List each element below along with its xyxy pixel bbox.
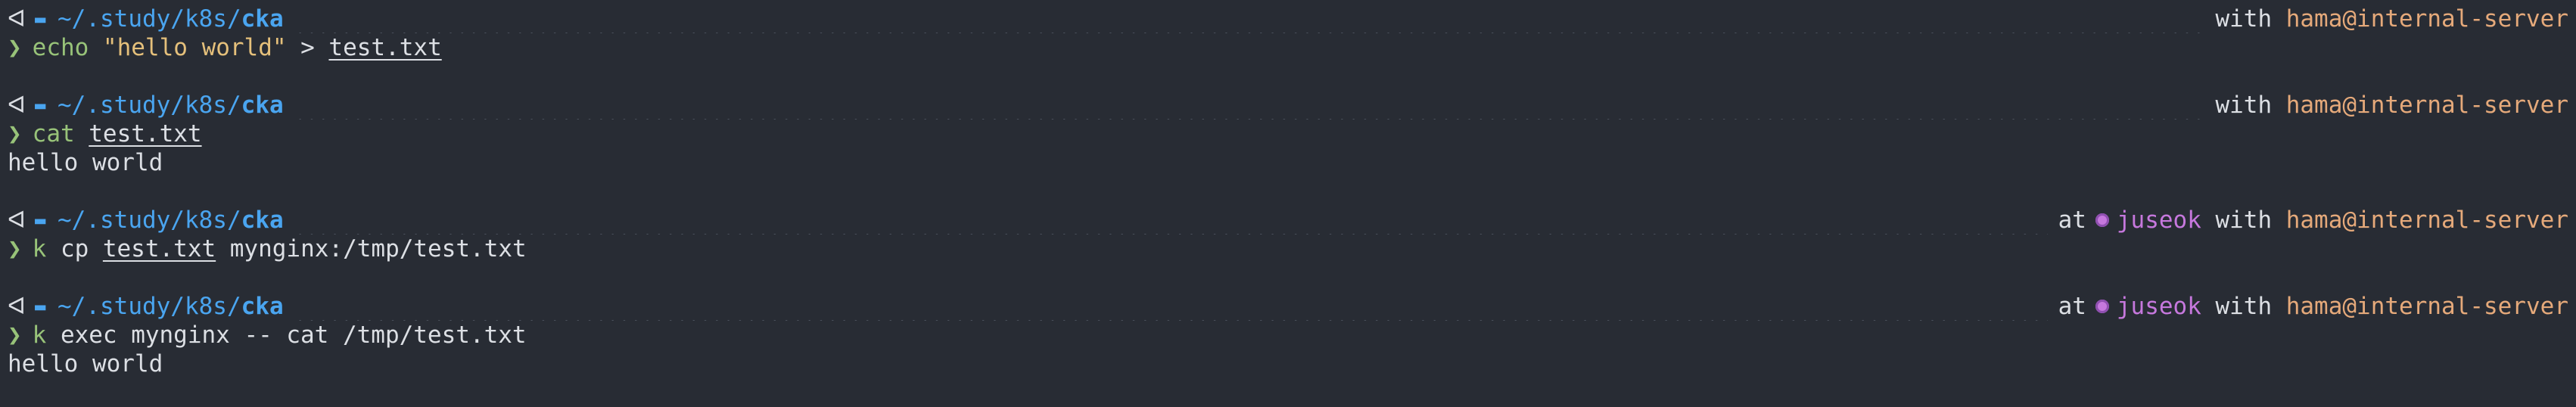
command-file: test.txt (89, 120, 202, 148)
user-host: hama@internal-server (2285, 5, 2568, 33)
separator-dots (294, 206, 2048, 235)
command-arg: mynginx (131, 322, 230, 349)
command-arg: cp (60, 235, 89, 263)
left-triangle-icon: ᐊ (8, 207, 26, 234)
with-label: with (2215, 92, 2273, 119)
folder-icon: ▬ (35, 8, 46, 30)
kube-context: juseok (2116, 293, 2201, 320)
prompt-header: ᐊ ▬ ~/.study/k8s/cka with hama@internal-s… (8, 5, 2568, 33)
prompt-header: ᐊ ▬ ~/.study/k8s/cka at juseok with hama@in… (8, 206, 2568, 235)
separator-dots (294, 5, 2205, 33)
with-label: with (2215, 293, 2273, 320)
command-arg: > (300, 34, 315, 61)
separator-dots (294, 292, 2048, 321)
command-arg: -- (244, 322, 272, 349)
command-line: ❯ k cp test.txt mynginx:/tmp/test.txt (8, 235, 2568, 263)
command-line: ❯ k exec mynginx -- cat/tmp/test.txt (8, 321, 2568, 350)
command-line: ❯ echo "hello world" > test.txt (8, 33, 2568, 62)
at-label: at (2058, 293, 2086, 320)
command-output: hello world (8, 350, 163, 377)
terminal-window[interactable]: ᐊ ▬ ~/.study/k8s/cka with hama@internal-s… (0, 0, 2576, 407)
command-word: cat (32, 120, 75, 148)
user-host: hama@internal-server (2285, 92, 2568, 119)
left-triangle-icon: ᐊ (8, 293, 26, 320)
path-prefix: ~/.study/k8s/ (58, 92, 241, 119)
prompt-header: ᐊ ▬ ~/.study/k8s/cka with hama@internal-s… (8, 91, 2568, 120)
path-prefix: ~/.study/k8s/ (58, 5, 241, 33)
chevron-right-icon: ❯ (8, 120, 22, 148)
command-file: test.txt (102, 235, 216, 263)
path-prefix: ~/.study/k8s/ (58, 207, 241, 234)
path-current: cka (241, 207, 284, 234)
prompt-header: ᐊ ▬ ~/.study/k8s/cka at juseok with hama@in… (8, 292, 2568, 321)
with-label: with (2215, 5, 2273, 33)
user-host: hama@internal-server (2285, 207, 2568, 234)
command-word: echo (32, 34, 89, 61)
folder-icon: ▬ (35, 296, 46, 317)
command-string: "hello world" (102, 34, 287, 61)
user-host: hama@internal-server (2285, 293, 2568, 320)
folder-icon: ▬ (35, 95, 46, 116)
chevron-right-icon: ❯ (8, 34, 22, 61)
command-word: k (32, 322, 47, 349)
command-arg: /tmp/test.txt (342, 322, 527, 349)
path-prefix: ~/.study/k8s/ (58, 293, 241, 320)
path-current: cka (241, 5, 284, 33)
command-line: ❯ cat test.txt (8, 120, 2568, 148)
chevron-right-icon: ❯ (8, 235, 22, 263)
command-arg: mynginx:/tmp/test.txt (229, 235, 527, 263)
left-triangle-icon: ᐊ (8, 5, 26, 33)
separator-dots (294, 91, 2205, 120)
command-word: k (32, 235, 47, 263)
command-file: test.txt (328, 34, 442, 61)
command-arg: cat (286, 322, 329, 349)
chevron-right-icon: ❯ (8, 322, 22, 349)
left-triangle-icon: ᐊ (8, 92, 26, 119)
circle-icon (2095, 213, 2109, 227)
circle-icon (2095, 300, 2109, 313)
kube-context: juseok (2116, 207, 2201, 234)
at-label: at (2058, 207, 2086, 234)
path-current: cka (241, 293, 284, 320)
path-current: cka (241, 92, 284, 119)
folder-icon: ▬ (35, 210, 46, 231)
command-output: hello world (8, 149, 163, 176)
command-arg: exec (60, 322, 117, 349)
with-label: with (2215, 207, 2273, 234)
